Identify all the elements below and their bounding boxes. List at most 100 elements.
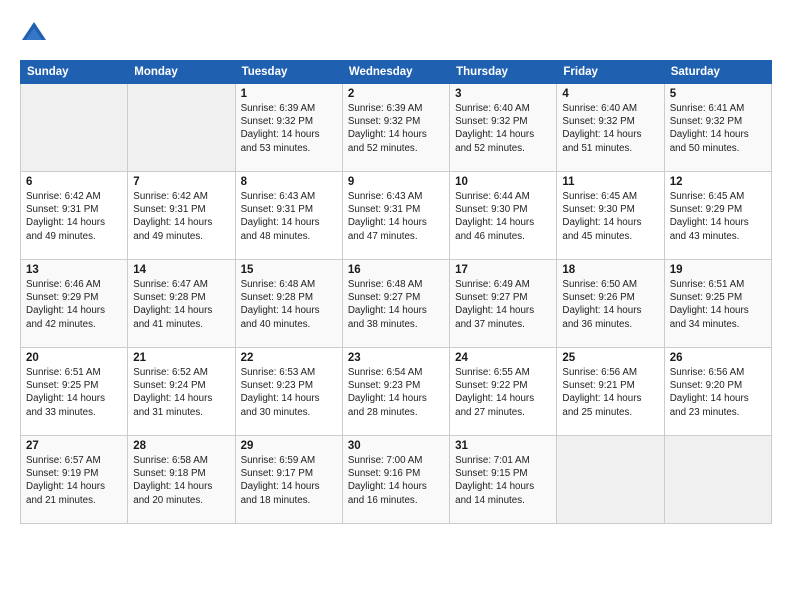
day-info: Sunrise: 6:56 AM Sunset: 9:20 PM Dayligh… bbox=[670, 366, 766, 419]
day-number: 7 bbox=[133, 176, 229, 188]
day-info: Sunrise: 6:59 AM Sunset: 9:17 PM Dayligh… bbox=[241, 454, 337, 507]
calendar-cell: 18 Sunrise: 6:50 AM Sunset: 9:26 PM Dayli… bbox=[557, 260, 664, 348]
calendar-cell: 25 Sunrise: 6:56 AM Sunset: 9:21 PM Dayli… bbox=[557, 348, 664, 436]
calendar-cell bbox=[128, 84, 235, 172]
day-info: Sunrise: 6:39 AM Sunset: 9:32 PM Dayligh… bbox=[241, 102, 337, 155]
day-info: Sunrise: 6:51 AM Sunset: 9:25 PM Dayligh… bbox=[26, 366, 122, 419]
calendar-header-sunday: Sunday bbox=[21, 61, 128, 84]
day-info: Sunrise: 6:44 AM Sunset: 9:30 PM Dayligh… bbox=[455, 190, 551, 243]
calendar-cell: 3Sunrise: 6:40 AM Sunset: 9:32 PM Daylig… bbox=[450, 84, 557, 172]
calendar-week-row: 20 Sunrise: 6:51 AM Sunset: 9:25 PM Dayli… bbox=[21, 348, 772, 436]
day-info: Sunrise: 6:46 AM Sunset: 9:29 PM Dayligh… bbox=[26, 278, 122, 331]
calendar-week-row: 27Sunrise: 6:57 AM Sunset: 9:19 PM Dayli… bbox=[21, 436, 772, 524]
day-number: 15 bbox=[241, 264, 337, 276]
day-number: 8 bbox=[241, 176, 337, 188]
day-info: Sunrise: 6:48 AM Sunset: 9:28 PM Dayligh… bbox=[241, 278, 337, 331]
calendar-cell: 28Sunrise: 6:58 AM Sunset: 9:18 PM Dayli… bbox=[128, 436, 235, 524]
calendar-cell: 19 Sunrise: 6:51 AM Sunset: 9:25 PM Dayli… bbox=[664, 260, 771, 348]
calendar-header-row: SundayMondayTuesdayWednesdayThursdayFrid… bbox=[21, 61, 772, 84]
calendar-cell bbox=[664, 436, 771, 524]
day-info: Sunrise: 6:45 AM Sunset: 9:30 PM Dayligh… bbox=[562, 190, 658, 243]
day-info: Sunrise: 6:39 AM Sunset: 9:32 PM Dayligh… bbox=[348, 102, 444, 155]
day-number: 31 bbox=[455, 440, 551, 452]
calendar-cell: 23 Sunrise: 6:54 AM Sunset: 9:23 PM Dayli… bbox=[342, 348, 449, 436]
day-number: 2 bbox=[348, 88, 444, 100]
day-number: 14 bbox=[133, 264, 229, 276]
day-number: 22 bbox=[241, 352, 337, 364]
calendar-week-row: 6 Sunrise: 6:42 AM Sunset: 9:31 PM Daylig… bbox=[21, 172, 772, 260]
calendar-week-row: 1Sunrise: 6:39 AM Sunset: 9:32 PM Daylig… bbox=[21, 84, 772, 172]
calendar-cell: 17 Sunrise: 6:49 AM Sunset: 9:27 PM Dayli… bbox=[450, 260, 557, 348]
day-info: Sunrise: 6:40 AM Sunset: 9:32 PM Dayligh… bbox=[455, 102, 551, 155]
day-info: Sunrise: 6:43 AM Sunset: 9:31 PM Dayligh… bbox=[241, 190, 337, 243]
day-info: Sunrise: 7:01 AM Sunset: 9:15 PM Dayligh… bbox=[455, 454, 551, 507]
day-number: 13 bbox=[26, 264, 122, 276]
calendar-cell: 29 Sunrise: 6:59 AM Sunset: 9:17 PM Dayli… bbox=[235, 436, 342, 524]
calendar-header-thursday: Thursday bbox=[450, 61, 557, 84]
day-number: 30 bbox=[348, 440, 444, 452]
day-number: 10 bbox=[455, 176, 551, 188]
logo-icon bbox=[20, 18, 48, 46]
day-info: Sunrise: 6:49 AM Sunset: 9:27 PM Dayligh… bbox=[455, 278, 551, 331]
calendar-cell: 22 Sunrise: 6:53 AM Sunset: 9:23 PM Dayli… bbox=[235, 348, 342, 436]
calendar-cell: 20 Sunrise: 6:51 AM Sunset: 9:25 PM Dayli… bbox=[21, 348, 128, 436]
calendar-table: SundayMondayTuesdayWednesdayThursdayFrid… bbox=[20, 60, 772, 524]
calendar-cell: 31 Sunrise: 7:01 AM Sunset: 9:15 PM Dayli… bbox=[450, 436, 557, 524]
calendar-cell bbox=[21, 84, 128, 172]
day-info: Sunrise: 6:58 AM Sunset: 9:18 PM Dayligh… bbox=[133, 454, 229, 507]
day-number: 19 bbox=[670, 264, 766, 276]
calendar-cell: 4 Sunrise: 6:40 AM Sunset: 9:32 PM Daylig… bbox=[557, 84, 664, 172]
calendar-cell: 10 Sunrise: 6:44 AM Sunset: 9:30 PM Dayli… bbox=[450, 172, 557, 260]
day-info: Sunrise: 6:47 AM Sunset: 9:28 PM Dayligh… bbox=[133, 278, 229, 331]
day-info: Sunrise: 6:43 AM Sunset: 9:31 PM Dayligh… bbox=[348, 190, 444, 243]
calendar-cell: 30 Sunrise: 7:00 AM Sunset: 9:16 PM Dayli… bbox=[342, 436, 449, 524]
calendar-header-monday: Monday bbox=[128, 61, 235, 84]
day-info: Sunrise: 6:45 AM Sunset: 9:29 PM Dayligh… bbox=[670, 190, 766, 243]
calendar-cell: 1Sunrise: 6:39 AM Sunset: 9:32 PM Daylig… bbox=[235, 84, 342, 172]
day-number: 16 bbox=[348, 264, 444, 276]
day-number: 18 bbox=[562, 264, 658, 276]
day-number: 9 bbox=[348, 176, 444, 188]
page-header bbox=[20, 18, 772, 46]
day-info: Sunrise: 6:50 AM Sunset: 9:26 PM Dayligh… bbox=[562, 278, 658, 331]
day-info: Sunrise: 6:51 AM Sunset: 9:25 PM Dayligh… bbox=[670, 278, 766, 331]
day-info: Sunrise: 6:40 AM Sunset: 9:32 PM Dayligh… bbox=[562, 102, 658, 155]
calendar-week-row: 13 Sunrise: 6:46 AM Sunset: 9:29 PM Dayli… bbox=[21, 260, 772, 348]
calendar-cell: 27Sunrise: 6:57 AM Sunset: 9:19 PM Dayli… bbox=[21, 436, 128, 524]
day-info: Sunrise: 6:41 AM Sunset: 9:32 PM Dayligh… bbox=[670, 102, 766, 155]
calendar-header-friday: Friday bbox=[557, 61, 664, 84]
day-info: Sunrise: 6:54 AM Sunset: 9:23 PM Dayligh… bbox=[348, 366, 444, 419]
day-info: Sunrise: 6:48 AM Sunset: 9:27 PM Dayligh… bbox=[348, 278, 444, 331]
calendar-cell: 13 Sunrise: 6:46 AM Sunset: 9:29 PM Dayli… bbox=[21, 260, 128, 348]
day-info: Sunrise: 6:56 AM Sunset: 9:21 PM Dayligh… bbox=[562, 366, 658, 419]
calendar-cell: 9 Sunrise: 6:43 AM Sunset: 9:31 PM Daylig… bbox=[342, 172, 449, 260]
calendar-header-saturday: Saturday bbox=[664, 61, 771, 84]
calendar-cell: 24Sunrise: 6:55 AM Sunset: 9:22 PM Dayli… bbox=[450, 348, 557, 436]
calendar-cell: 5Sunrise: 6:41 AM Sunset: 9:32 PM Daylig… bbox=[664, 84, 771, 172]
day-info: Sunrise: 6:52 AM Sunset: 9:24 PM Dayligh… bbox=[133, 366, 229, 419]
day-number: 17 bbox=[455, 264, 551, 276]
day-info: Sunrise: 7:00 AM Sunset: 9:16 PM Dayligh… bbox=[348, 454, 444, 507]
calendar-cell: 14 Sunrise: 6:47 AM Sunset: 9:28 PM Dayli… bbox=[128, 260, 235, 348]
day-info: Sunrise: 6:53 AM Sunset: 9:23 PM Dayligh… bbox=[241, 366, 337, 419]
day-number: 6 bbox=[26, 176, 122, 188]
day-number: 23 bbox=[348, 352, 444, 364]
day-number: 25 bbox=[562, 352, 658, 364]
day-number: 11 bbox=[562, 176, 658, 188]
calendar-cell: 16 Sunrise: 6:48 AM Sunset: 9:27 PM Dayli… bbox=[342, 260, 449, 348]
day-info: Sunrise: 6:42 AM Sunset: 9:31 PM Dayligh… bbox=[133, 190, 229, 243]
day-number: 29 bbox=[241, 440, 337, 452]
day-number: 12 bbox=[670, 176, 766, 188]
day-number: 20 bbox=[26, 352, 122, 364]
day-number: 26 bbox=[670, 352, 766, 364]
day-number: 4 bbox=[562, 88, 658, 100]
calendar-cell: 15 Sunrise: 6:48 AM Sunset: 9:28 PM Dayli… bbox=[235, 260, 342, 348]
calendar-cell bbox=[557, 436, 664, 524]
calendar-cell: 8 Sunrise: 6:43 AM Sunset: 9:31 PM Daylig… bbox=[235, 172, 342, 260]
calendar-cell: 12 Sunrise: 6:45 AM Sunset: 9:29 PM Dayli… bbox=[664, 172, 771, 260]
day-info: Sunrise: 6:42 AM Sunset: 9:31 PM Dayligh… bbox=[26, 190, 122, 243]
calendar-header-tuesday: Tuesday bbox=[235, 61, 342, 84]
calendar-cell: 7 Sunrise: 6:42 AM Sunset: 9:31 PM Daylig… bbox=[128, 172, 235, 260]
day-number: 21 bbox=[133, 352, 229, 364]
calendar-cell: 2 Sunrise: 6:39 AM Sunset: 9:32 PM Daylig… bbox=[342, 84, 449, 172]
